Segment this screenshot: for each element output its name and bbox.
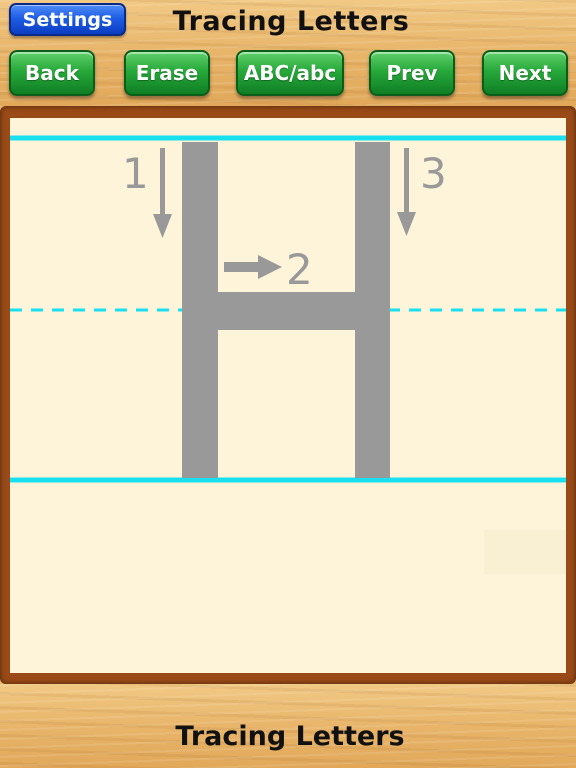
letter-left-stem — [182, 142, 218, 478]
stroke-3-arrow-icon — [397, 148, 416, 236]
letter-crossbar — [215, 292, 357, 330]
bottom-bar: Tracing Letters — [0, 684, 576, 768]
letter-tracing-guide: 1 2 3 — [10, 135, 566, 574]
top-toolbar: Settings Tracing Letters Back Erase ABC/… — [0, 0, 576, 106]
tracing-canvas[interactable]: 1 2 3 — [10, 118, 566, 673]
footer-title: Tracing Letters — [175, 720, 405, 752]
stroke-2-number: 2 — [286, 245, 313, 294]
settings-button[interactable]: Settings — [9, 3, 126, 36]
letter-h-template — [182, 142, 390, 478]
stroke-2-arrow-icon — [224, 255, 282, 279]
letter-right-stem — [355, 142, 390, 478]
prev-button[interactable]: Prev — [369, 50, 455, 96]
case-toggle-button[interactable]: ABC/abc — [236, 50, 344, 96]
app-title: Tracing Letters — [172, 5, 410, 37]
erase-button[interactable]: Erase — [124, 50, 210, 96]
stroke-1-number: 1 — [122, 149, 149, 198]
faint-ghost-shape — [484, 530, 566, 574]
stroke-1-arrow-icon — [153, 148, 172, 238]
tracing-board-frame: 1 2 3 — [0, 106, 576, 684]
back-button[interactable]: Back — [9, 50, 95, 96]
next-button[interactable]: Next — [482, 50, 568, 96]
stroke-3-number: 3 — [420, 149, 447, 198]
